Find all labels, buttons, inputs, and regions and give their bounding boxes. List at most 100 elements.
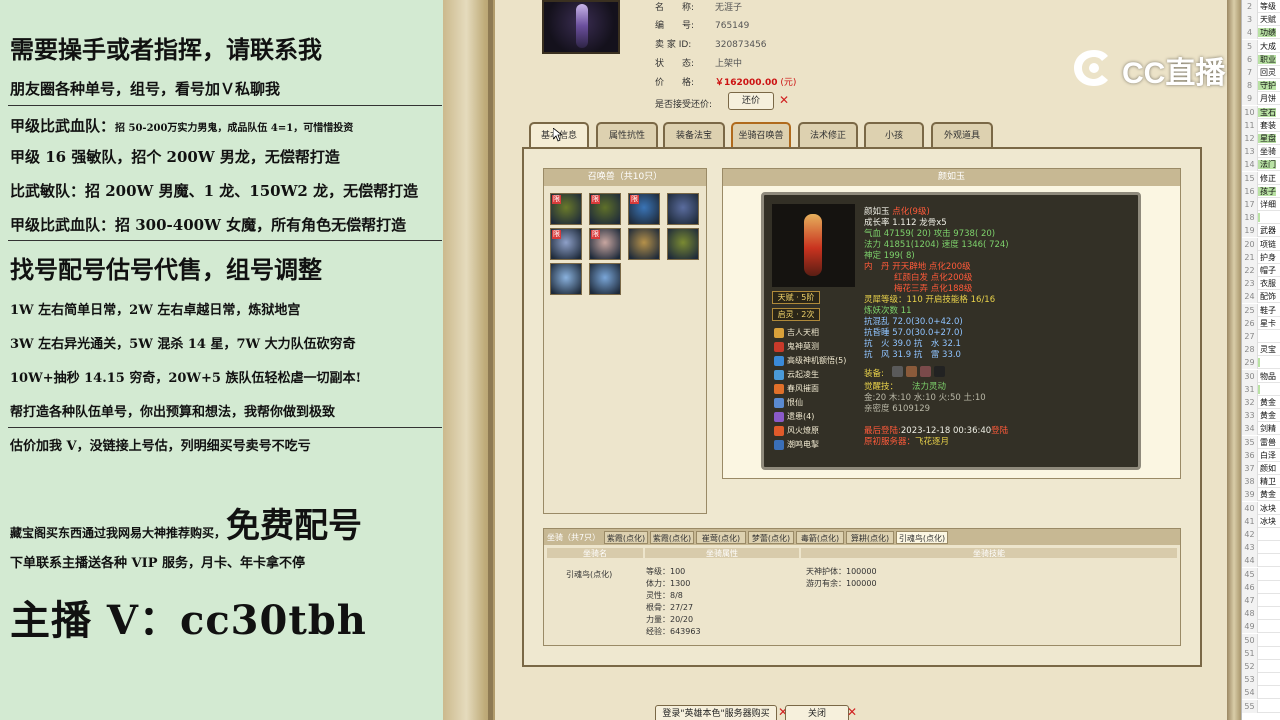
spreadsheet-row[interactable]: 5 大成: [1242, 39, 1280, 53]
spreadsheet-row[interactable]: 36 白泽: [1242, 448, 1280, 462]
cell-text: 套装: [1260, 120, 1276, 130]
close-icon[interactable]: ✕: [779, 93, 789, 107]
skill-row[interactable]: 高级神机额悟(5): [774, 355, 846, 367]
spreadsheet-row[interactable]: 37 颜如: [1242, 462, 1280, 475]
spreadsheet-row[interactable]: 52: [1242, 660, 1280, 673]
spreadsheet-row[interactable]: 6 职业: [1242, 52, 1280, 66]
mount-tab[interactable]: 毒箭(点化): [796, 531, 844, 544]
summon-icon[interactable]: [589, 263, 621, 295]
spreadsheet-row[interactable]: 35 雷兽: [1242, 435, 1280, 449]
haggle-button[interactable]: 还价: [728, 92, 774, 110]
spreadsheet-row[interactable]: 12 星盘: [1242, 132, 1280, 145]
mount-tab[interactable]: 紫霞(点化): [604, 531, 648, 544]
tab-spell-mods[interactable]: 法术修正: [798, 122, 858, 148]
spreadsheet-row[interactable]: 11 套装: [1242, 118, 1280, 132]
spreadsheet-row[interactable]: 10 宝石: [1242, 105, 1280, 119]
tab-equipment[interactable]: 装备法宝: [663, 122, 725, 148]
spreadsheet-row[interactable]: 29: [1242, 356, 1280, 370]
close-icon[interactable]: ✕: [847, 705, 857, 719]
spreadsheet-row[interactable]: 47: [1242, 594, 1280, 607]
mount-tab[interactable]: 梦蕾(点化): [748, 531, 794, 544]
spreadsheet-row[interactable]: 51: [1242, 646, 1280, 660]
spreadsheet-row[interactable]: 28 灵宝: [1242, 343, 1280, 357]
spreadsheet-row[interactable]: 53: [1242, 673, 1280, 687]
spreadsheet-row[interactable]: 2 等级: [1242, 0, 1280, 13]
mount-col-name: 坐骑名: [547, 548, 643, 558]
spreadsheet-row[interactable]: 31: [1242, 382, 1280, 396]
spreadsheet-row[interactable]: 16 孩子: [1242, 184, 1280, 198]
spreadsheet-row[interactable]: 13 坐骑: [1242, 145, 1280, 159]
spreadsheet-row[interactable]: 25 鞋子: [1242, 303, 1280, 317]
mount-tab[interactable]: 紫霞(点化): [650, 531, 694, 544]
spreadsheet-row[interactable]: 54: [1242, 686, 1280, 700]
spreadsheet-row[interactable]: 15 修正: [1242, 171, 1280, 185]
spreadsheet-row[interactable]: 27: [1242, 330, 1280, 343]
skill-row[interactable]: 风火燎原: [774, 425, 819, 437]
cell-text: 黄金: [1260, 398, 1276, 407]
spreadsheet-row[interactable]: 24 配饰: [1242, 290, 1280, 304]
spreadsheet-row[interactable]: 20 项链: [1242, 237, 1280, 251]
spreadsheet-row[interactable]: 55: [1242, 699, 1280, 713]
spreadsheet-row[interactable]: 26 星卡: [1242, 316, 1280, 330]
skill-row[interactable]: 云起凌生: [774, 369, 819, 381]
spreadsheet-row[interactable]: 18: [1242, 211, 1280, 225]
spreadsheet-row[interactable]: 33 黄金: [1242, 409, 1280, 423]
spreadsheet-row[interactable]: 41 冰块: [1242, 514, 1280, 528]
spreadsheet-row[interactable]: 4 功绩: [1242, 26, 1280, 40]
skill-row[interactable]: 恨仙: [774, 397, 803, 409]
summon-icon[interactable]: 限: [589, 193, 621, 225]
summon-icon[interactable]: 限: [589, 228, 621, 260]
mount-tab[interactable]: 崔莺(点化): [696, 531, 746, 544]
login-server-button[interactable]: 登录"英雄本色"服务器购买: [655, 705, 777, 720]
mount-tab[interactable]: 算耕(点化): [846, 531, 894, 544]
tab-appearance[interactable]: 外观道具: [931, 122, 993, 148]
spreadsheet-row[interactable]: 39 黄金: [1242, 488, 1280, 502]
spreadsheet-row[interactable]: 49: [1242, 620, 1280, 634]
tab-mounts-summons[interactable]: 坐骑召唤兽: [731, 122, 791, 148]
spreadsheet-row[interactable]: 23 衣服: [1242, 277, 1280, 291]
spreadsheet-row[interactable]: 43: [1242, 541, 1280, 555]
mount-tab[interactable]: 引魂鸟(点化): [896, 531, 948, 544]
spreadsheet-row[interactable]: 32 黄金: [1242, 396, 1280, 409]
spreadsheet-row[interactable]: 38 精卫: [1242, 475, 1280, 489]
summon-icon[interactable]: [667, 193, 699, 225]
summon-icon[interactable]: [628, 228, 660, 260]
skill-row[interactable]: 吉人天相: [774, 327, 819, 339]
spreadsheet-row[interactable]: 3 天赋: [1242, 13, 1280, 27]
spreadsheet-row[interactable]: 50: [1242, 633, 1280, 647]
spreadsheet-row[interactable]: 14 法门: [1242, 158, 1280, 172]
skill-row[interactable]: 遗患(4): [774, 411, 814, 423]
row-number: 37: [1242, 462, 1258, 475]
spreadsheet-row[interactable]: 9 月饼: [1242, 92, 1280, 106]
spreadsheet-row[interactable]: 8 守护: [1242, 79, 1280, 93]
summon-icon[interactable]: 限: [628, 193, 660, 225]
spreadsheet-row[interactable]: 45: [1242, 567, 1280, 581]
skill-row[interactable]: 潮鸣电掣: [774, 439, 819, 451]
close-button[interactable]: 关闭: [785, 705, 849, 720]
tab-attributes[interactable]: 属性抗性: [596, 122, 658, 148]
spreadsheet-row[interactable]: 40 冰块: [1242, 501, 1280, 515]
summon-icon[interactable]: [667, 228, 699, 260]
summon-icon[interactable]: 限: [550, 193, 582, 225]
equip-slot-icon[interactable]: [892, 366, 903, 377]
spreadsheet-row[interactable]: 17 详细: [1242, 198, 1280, 211]
spreadsheet-row[interactable]: 30 物品: [1242, 369, 1280, 383]
mount-stat: 根骨：27/27: [646, 603, 694, 612]
equip-slot-icon[interactable]: [906, 366, 917, 377]
spreadsheet-row[interactable]: 46: [1242, 580, 1280, 594]
spreadsheet-row[interactable]: 21 护身: [1242, 250, 1280, 264]
spreadsheet-row[interactable]: 34 剑精: [1242, 422, 1280, 436]
summon-icon[interactable]: [550, 263, 582, 295]
summon-icon[interactable]: 限: [550, 228, 582, 260]
spreadsheet-row[interactable]: 19 武器: [1242, 224, 1280, 238]
equip-slot-icon[interactable]: [934, 366, 945, 377]
spreadsheet-row[interactable]: 42: [1242, 528, 1280, 541]
skill-row[interactable]: 春风摧面: [774, 383, 819, 395]
spreadsheet-row[interactable]: 7 回灵: [1242, 66, 1280, 79]
spreadsheet-row[interactable]: 22 帽子: [1242, 264, 1280, 277]
skill-row[interactable]: 鬼神莫测: [774, 341, 819, 353]
spreadsheet-row[interactable]: 44: [1242, 554, 1280, 568]
equip-slot-icon[interactable]: [920, 366, 931, 377]
spreadsheet-row[interactable]: 48: [1242, 607, 1280, 621]
tab-children[interactable]: 小孩: [864, 122, 924, 148]
